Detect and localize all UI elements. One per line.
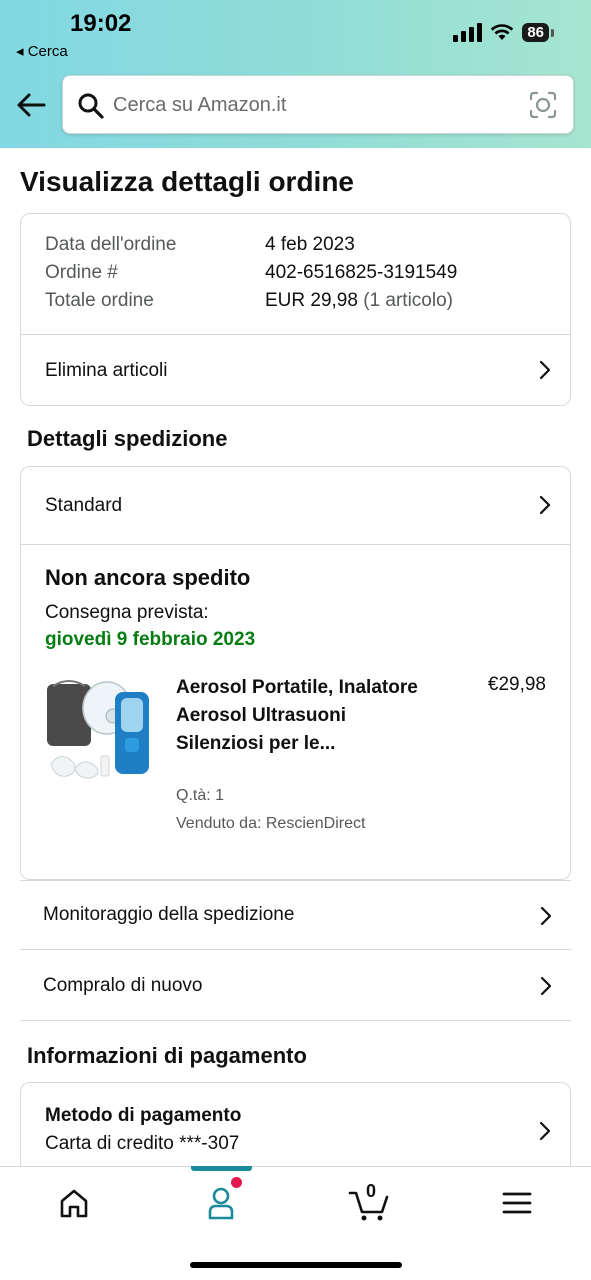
- chevron-right-icon: [539, 495, 551, 515]
- order-total: EUR 29,98 (1 articolo): [265, 290, 453, 312]
- chevron-right-icon: [539, 360, 551, 380]
- account-icon[interactable]: [201, 1185, 241, 1221]
- track-shipment-label: Monitoraggio della spedizione: [43, 904, 295, 925]
- shipping-method-row[interactable]: Standard: [21, 467, 570, 544]
- track-shipment-row[interactable]: Monitoraggio della spedizione: [20, 880, 571, 950]
- order-item-count: (1 articolo): [363, 290, 453, 311]
- product-seller: Venduto da: RescienDirect: [176, 815, 366, 832]
- chevron-right-icon: [540, 976, 552, 996]
- order-number-value: 402-6516825-3191549: [265, 262, 458, 283]
- product-image[interactable]: [45, 672, 155, 782]
- product-price: €29,98: [487, 674, 546, 695]
- home-indicator: [190, 1262, 402, 1268]
- search-bar[interactable]: [62, 75, 574, 134]
- order-date-value: 4 feb 2023: [265, 234, 355, 255]
- shipping-card: Standard Non ancora spedito Consegna pre…: [20, 466, 571, 880]
- order-number-label: Ordine #: [45, 262, 118, 283]
- chevron-right-icon: [540, 906, 552, 926]
- order-total-value: EUR 29,98: [265, 290, 358, 311]
- buy-again-row[interactable]: Compralo di nuovo: [20, 951, 571, 1021]
- battery-indicator: 86: [522, 22, 554, 42]
- search-input[interactable]: [113, 90, 513, 120]
- signal-icon: [453, 22, 483, 42]
- notification-badge: [231, 1177, 242, 1188]
- menu-icon[interactable]: [497, 1185, 537, 1221]
- back-to-app-label: Cerca: [27, 43, 68, 60]
- back-to-app-link[interactable]: ◂ Cerca: [16, 42, 68, 60]
- shipping-method-label: Standard: [45, 494, 123, 516]
- status-icons: 86: [453, 22, 554, 42]
- product-title-link[interactable]: Aerosol Portatile, Inalatore Aerosol Ult…: [176, 674, 436, 758]
- order-summary-card: Data dell'ordine 4 feb 2023 Ordine # 402…: [20, 213, 571, 406]
- order-total-label: Totale ordine: [45, 290, 154, 311]
- buy-again-label: Compralo di nuovo: [43, 974, 203, 996]
- payment-method-title: Metodo di pagamento: [45, 1105, 242, 1126]
- status-time: 19:02: [70, 10, 132, 37]
- wifi-icon: [491, 24, 514, 40]
- page-title: Visualizza dettagli ordine: [20, 166, 355, 197]
- payment-section-title: Informazioni di pagamento: [27, 1043, 307, 1068]
- chevron-right-icon: [539, 1121, 551, 1141]
- delete-items-row[interactable]: Elimina articoli: [21, 335, 570, 406]
- shipment-status: Non ancora spedito: [45, 565, 251, 590]
- app-header: 19:02 ◂ Cerca 86: [0, 0, 591, 148]
- cart-count: 0: [366, 1181, 377, 1201]
- back-arrow-icon[interactable]: [14, 88, 48, 122]
- home-icon[interactable]: [54, 1185, 94, 1221]
- divider: [21, 544, 570, 545]
- order-date-label: Data dell'ordine: [45, 234, 177, 255]
- search-icon: [78, 93, 104, 119]
- product-quantity: Q.tà: 1: [176, 787, 225, 804]
- camera-scan-icon[interactable]: [529, 91, 557, 119]
- payment-method-detail: Carta di credito ***-307: [45, 1133, 240, 1154]
- delivery-eta-date: giovedì 9 febbraio 2023: [45, 629, 256, 650]
- shipping-section-title: Dettagli spedizione: [27, 426, 228, 451]
- delivery-eta-label: Consegna prevista:: [45, 602, 209, 623]
- nav-active-indicator: [191, 1166, 252, 1171]
- delete-items-label: Elimina articoli: [45, 359, 168, 381]
